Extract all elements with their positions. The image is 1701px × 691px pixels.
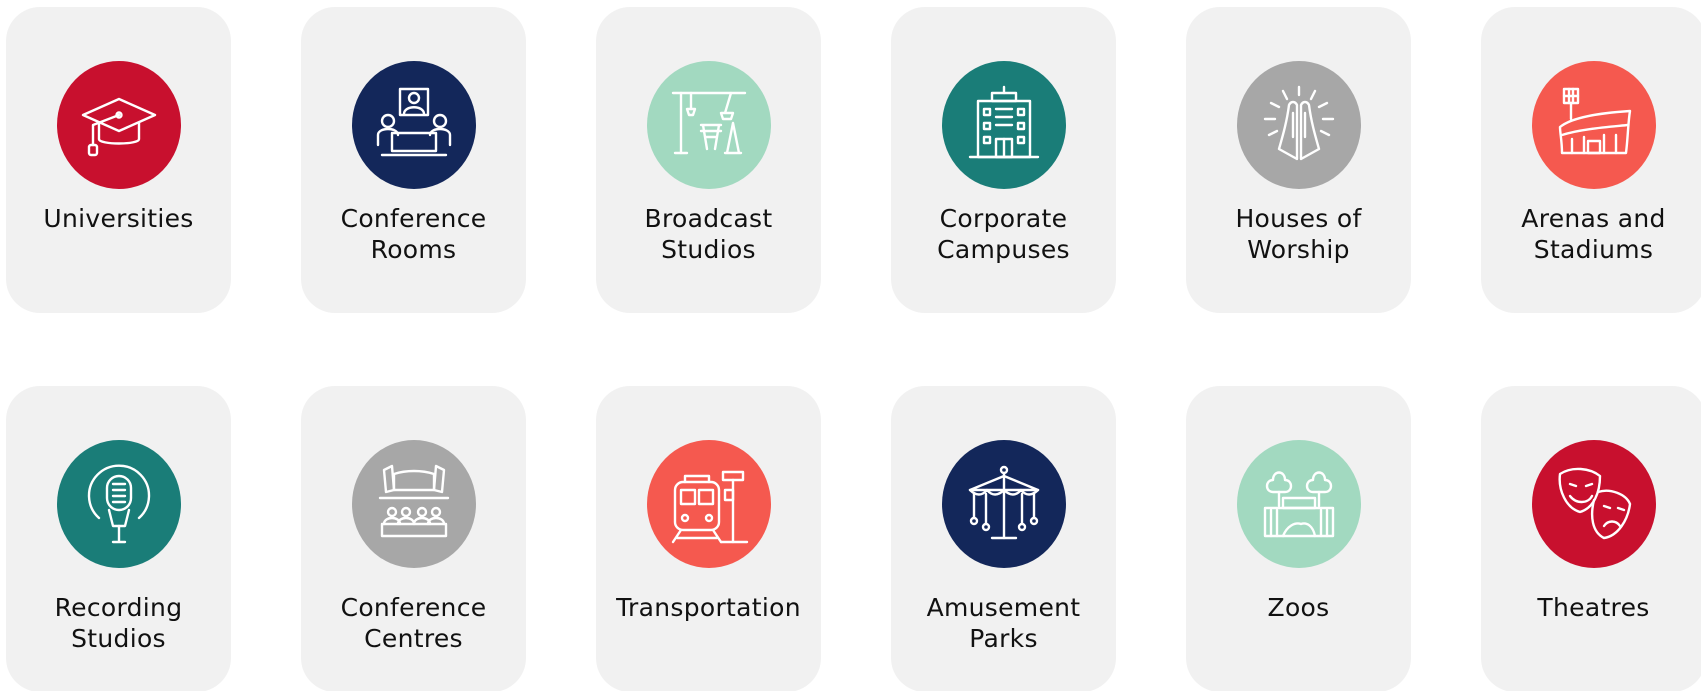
card-houses-of-worship[interactable]: Houses of Worship <box>1186 7 1411 313</box>
recording-studios-circle <box>56 440 181 568</box>
theatre-masks-icon <box>1558 467 1631 540</box>
office-building-icon <box>968 85 1039 159</box>
card-label: Corporate Campuses <box>937 204 1070 264</box>
card-theatres[interactable]: Theatres <box>1481 386 1701 691</box>
card-label: Arenas and Stadiums <box>1521 204 1666 264</box>
card-label: Amusement Parks <box>926 593 1081 653</box>
zoo-gate-icon <box>1263 471 1334 538</box>
card-arenas-and-stadiums[interactable]: Arenas and Stadiums <box>1481 7 1701 313</box>
praying-hands-icon <box>1263 85 1334 161</box>
card-label: Universities <box>43 204 194 233</box>
card-recording-studios[interactable]: Recording Studios <box>6 386 231 691</box>
amusement-parks-circle <box>941 440 1066 568</box>
train-icon <box>671 470 748 544</box>
transportation-circle <box>646 440 771 568</box>
card-conference-centres[interactable]: Conference Centres <box>301 386 526 691</box>
card-transportation[interactable]: Transportation <box>596 386 821 691</box>
venue-category-grid: Universities Conference Rooms Broadcast … <box>0 0 1701 691</box>
card-label: Transportation <box>616 593 801 622</box>
arenas-and-stadiums-circle <box>1531 61 1656 189</box>
corporate-campuses-circle <box>941 61 1066 189</box>
auditorium-icon <box>378 464 449 538</box>
card-label: Zoos <box>1267 593 1330 622</box>
carousel-icon <box>968 465 1039 540</box>
card-label: Broadcast Studios <box>644 204 773 264</box>
stadium-icon <box>1558 87 1631 155</box>
film-set-icon <box>671 91 746 155</box>
card-label: Conference Rooms <box>340 204 487 264</box>
card-zoos[interactable]: Zoos <box>1186 386 1411 691</box>
graduation-cap-icon <box>81 97 156 157</box>
universities-circle <box>56 61 181 189</box>
card-label: Conference Centres <box>340 593 487 653</box>
microphone-icon <box>87 464 150 544</box>
card-label: Theatres <box>1537 593 1650 622</box>
houses-of-worship-circle <box>1236 61 1361 189</box>
zoos-circle <box>1236 440 1361 568</box>
meeting-table-icon <box>376 87 451 157</box>
card-conference-rooms[interactable]: Conference Rooms <box>301 7 526 313</box>
conference-centres-circle <box>351 440 476 568</box>
card-label: Recording Studios <box>54 593 183 653</box>
card-universities[interactable]: Universities <box>6 7 231 313</box>
card-label: Houses of Worship <box>1235 204 1362 264</box>
card-broadcast-studios[interactable]: Broadcast Studios <box>596 7 821 313</box>
broadcast-studios-circle <box>646 61 771 189</box>
theatres-circle <box>1531 440 1656 568</box>
card-amusement-parks[interactable]: Amusement Parks <box>891 386 1116 691</box>
conference-rooms-circle <box>351 61 476 189</box>
card-corporate-campuses[interactable]: Corporate Campuses <box>891 7 1116 313</box>
